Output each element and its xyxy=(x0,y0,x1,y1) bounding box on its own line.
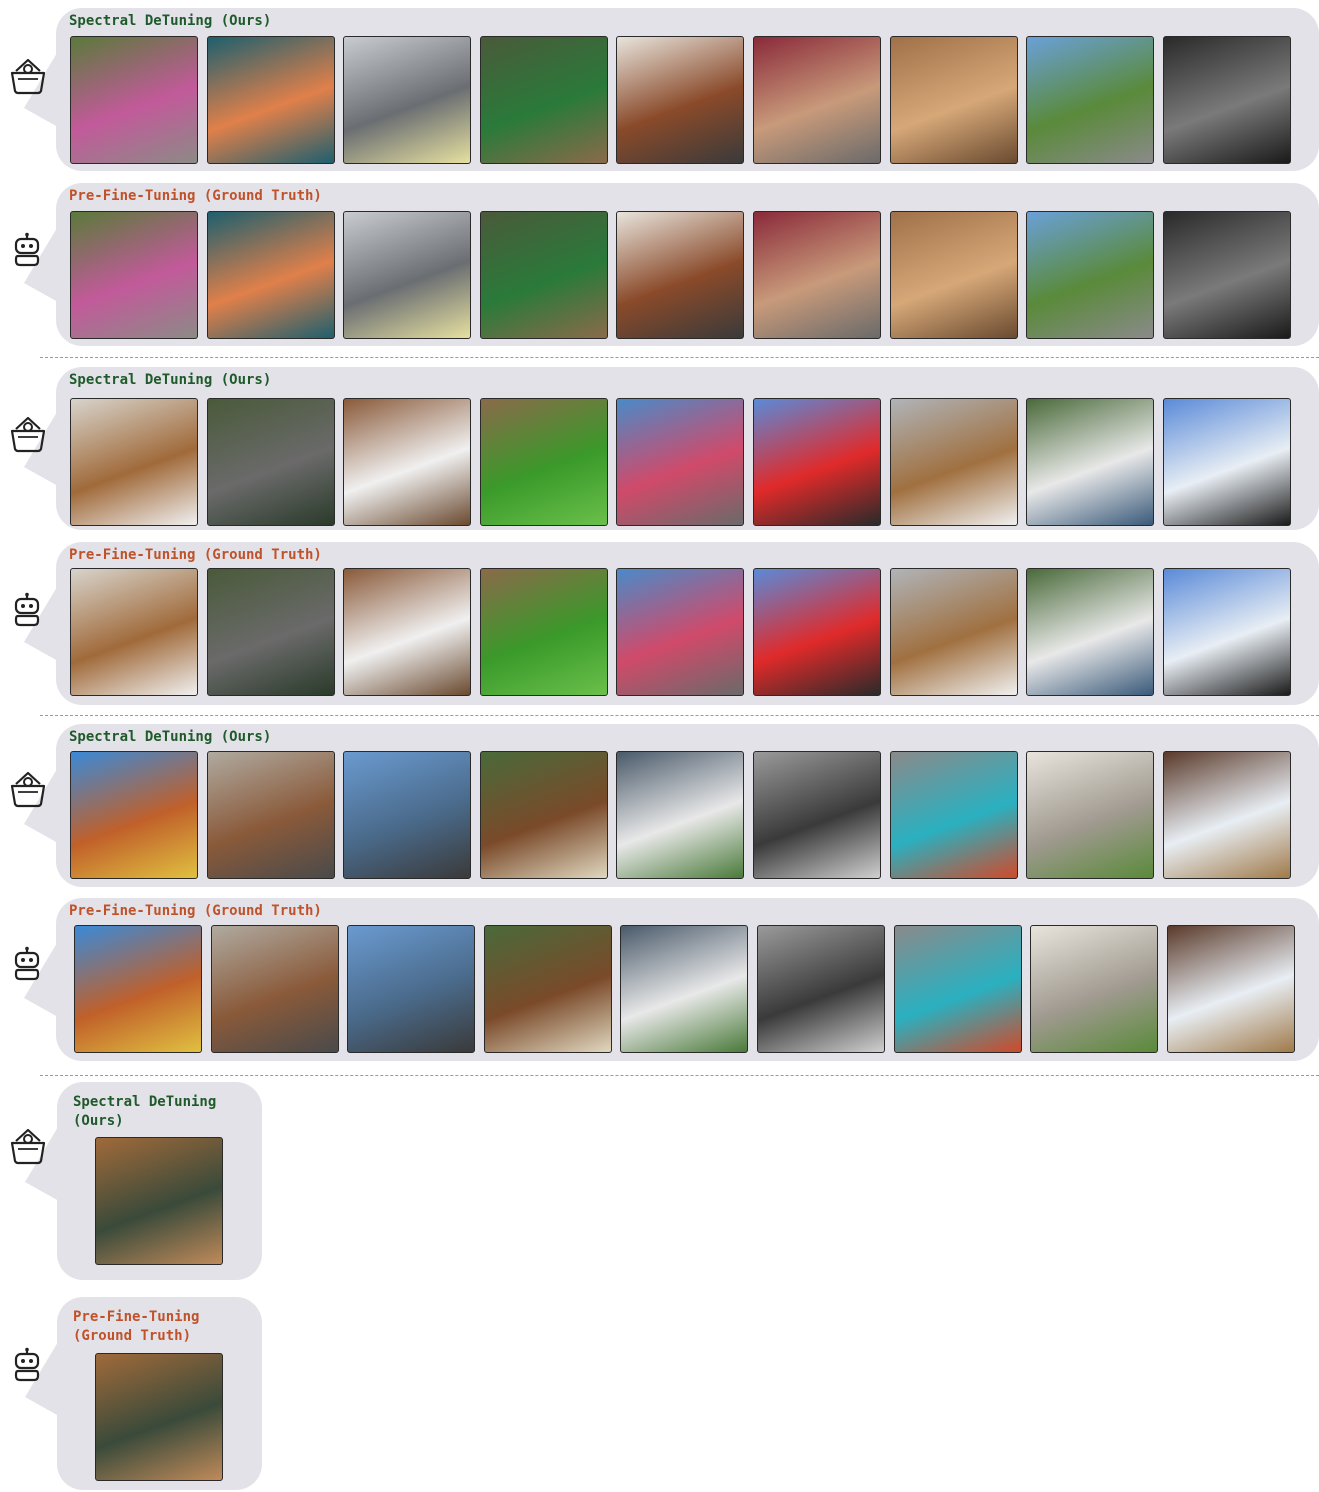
image-thumbnail xyxy=(757,925,885,1053)
image-thumbnail xyxy=(1167,925,1295,1053)
image-thumbnail xyxy=(343,398,471,526)
ours-label: Spectral DeTuning (Ours) xyxy=(69,729,272,745)
image-thumbnail xyxy=(347,925,475,1053)
image-thumbnail xyxy=(1163,211,1291,339)
image-thumbnail xyxy=(95,1137,223,1265)
image-thumbnail xyxy=(343,751,471,879)
ground-truth-label: Pre-Fine-Tuning (Ground Truth) xyxy=(69,903,322,919)
ground-truth-label: Pre-Fine-Tuning (Ground Truth) xyxy=(69,188,322,204)
image-thumbnail xyxy=(1163,398,1291,526)
image-thumbnail xyxy=(70,568,198,696)
robot-with-basket-hat-icon xyxy=(10,416,46,453)
image-thumbnail xyxy=(1026,211,1154,339)
image-thumbnail xyxy=(890,398,1018,526)
image-thumbnail xyxy=(207,211,335,339)
image-thumbnail xyxy=(343,36,471,164)
image-thumbnail xyxy=(890,751,1018,879)
image-thumbnail xyxy=(70,751,198,879)
image-thumbnail xyxy=(1030,925,1158,1053)
image-thumbnail xyxy=(1163,568,1291,696)
robot-icon xyxy=(14,946,40,981)
image-thumbnail xyxy=(890,36,1018,164)
image-thumbnail xyxy=(753,751,881,879)
image-thumbnail xyxy=(343,568,471,696)
ours-label: Spectral DeTuning (Ours) xyxy=(69,372,272,388)
image-thumbnail xyxy=(753,36,881,164)
image-thumbnail xyxy=(616,211,744,339)
image-thumbnail xyxy=(894,925,1022,1053)
image-thumbnail xyxy=(616,568,744,696)
image-thumbnail xyxy=(207,568,335,696)
image-thumbnail xyxy=(343,211,471,339)
robot-icon xyxy=(14,1347,40,1382)
image-thumbnail xyxy=(1026,568,1154,696)
image-thumbnail xyxy=(890,211,1018,339)
image-thumbnail xyxy=(620,925,748,1053)
image-thumbnail xyxy=(95,1353,223,1481)
ground-truth-label: Pre-Fine-Tuning (Ground Truth) xyxy=(69,547,322,563)
robot-icon xyxy=(14,232,40,267)
ground-truth-label: Pre-Fine-Tuning (Ground Truth) xyxy=(73,1309,200,1344)
image-thumbnail xyxy=(70,211,198,339)
ours-label: Spectral DeTuning (Ours) xyxy=(73,1094,217,1129)
image-thumbnail xyxy=(207,36,335,164)
image-thumbnail xyxy=(1026,398,1154,526)
image-thumbnail xyxy=(70,36,198,164)
image-thumbnail xyxy=(1026,36,1154,164)
image-thumbnail xyxy=(480,36,608,164)
ours-label: Spectral DeTuning (Ours) xyxy=(69,13,272,29)
image-thumbnail xyxy=(480,568,608,696)
image-thumbnail xyxy=(616,398,744,526)
image-thumbnail xyxy=(211,925,339,1053)
group-separator xyxy=(40,715,1319,716)
image-thumbnail xyxy=(1026,751,1154,879)
image-thumbnail xyxy=(616,751,744,879)
image-thumbnail xyxy=(74,925,202,1053)
image-thumbnail xyxy=(890,568,1018,696)
image-thumbnail xyxy=(480,751,608,879)
robot-with-basket-hat-icon xyxy=(10,771,46,808)
group-separator xyxy=(40,357,1319,358)
image-thumbnail xyxy=(480,211,608,339)
image-thumbnail xyxy=(1163,36,1291,164)
image-thumbnail xyxy=(484,925,612,1053)
image-thumbnail xyxy=(207,751,335,879)
image-thumbnail xyxy=(616,36,744,164)
image-thumbnail xyxy=(753,211,881,339)
image-thumbnail xyxy=(753,398,881,526)
image-thumbnail xyxy=(1163,751,1291,879)
robot-icon xyxy=(14,592,40,627)
image-thumbnail xyxy=(480,398,608,526)
image-thumbnail xyxy=(753,568,881,696)
group-separator xyxy=(40,1075,1319,1076)
image-thumbnail xyxy=(207,398,335,526)
image-thumbnail xyxy=(70,398,198,526)
robot-with-basket-hat-icon xyxy=(10,1128,46,1165)
robot-with-basket-hat-icon xyxy=(10,58,46,95)
